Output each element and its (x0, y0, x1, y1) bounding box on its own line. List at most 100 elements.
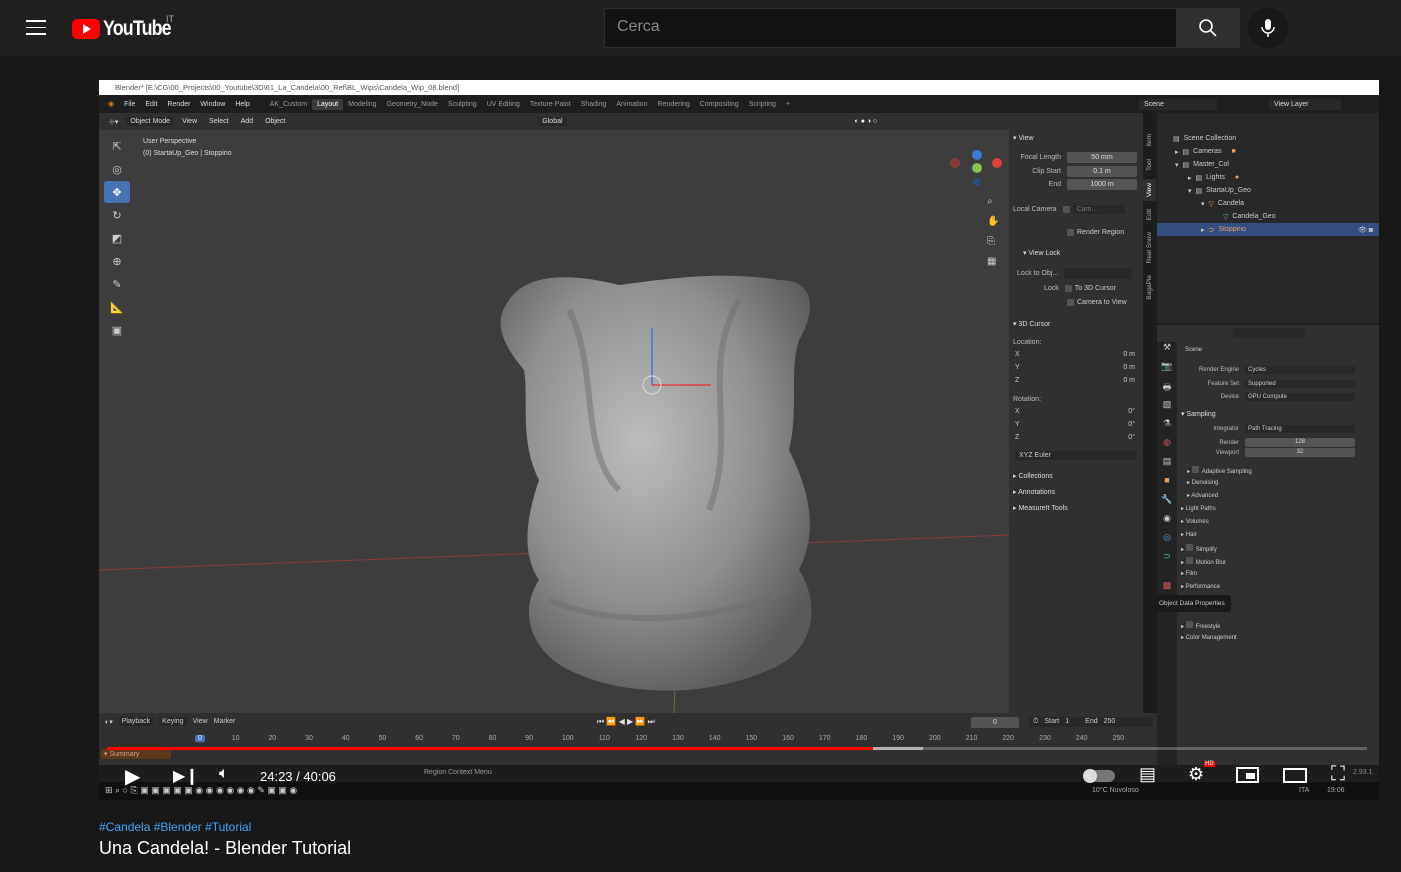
workspace-tab[interactable]: Compositing (695, 99, 744, 110)
workspace-tab[interactable]: Animation (611, 99, 652, 110)
language-indicator[interactable]: ITA (1299, 787, 1309, 794)
location-z-field[interactable]: Z0 m (1015, 377, 1135, 384)
hashtags[interactable]: #Candela #Blender #Tutorial (99, 820, 251, 834)
header-select[interactable]: Select (205, 117, 232, 126)
menu-edit[interactable]: Edit (140, 99, 162, 110)
object-data-tab-icon[interactable]: ⊃ (1157, 551, 1177, 570)
mode-selector[interactable]: Object Mode (126, 117, 175, 126)
local-camera-field[interactable]: Cam... (1072, 205, 1125, 214)
workspace-tab[interactable]: Shading (576, 99, 612, 110)
settings-button[interactable]: ⚙ (1188, 764, 1204, 785)
subtitles-button[interactable]: ▤ (1139, 764, 1156, 785)
tab-bagapie[interactable]: BagaPie (1143, 271, 1156, 304)
orientation-selector[interactable]: Global (538, 117, 567, 126)
move-tool-icon[interactable]: ✥ (104, 181, 130, 203)
location-x-field[interactable]: X0 m (1015, 351, 1135, 358)
tab-item[interactable]: Item (1143, 130, 1156, 151)
outliner-item[interactable]: ▾ ▤ Master_Col (1157, 158, 1379, 171)
output-tab-icon[interactable]: 🖶 (1157, 380, 1177, 399)
hair-panel[interactable]: ▸ Hair (1181, 531, 1197, 538)
header-object[interactable]: Object (261, 117, 289, 126)
tab-view[interactable]: View (1143, 178, 1156, 201)
camera-to-view-checkbox[interactable] (1067, 299, 1074, 306)
render-region-checkbox[interactable] (1067, 229, 1074, 236)
playback-menu[interactable]: Playback (118, 717, 154, 726)
camera-view-icon[interactable]: ⎘ (987, 232, 999, 252)
header-view[interactable]: View (178, 117, 201, 126)
view-layer-selector[interactable]: View Layer (1269, 98, 1341, 110)
device-dropdown[interactable]: GPU Compute (1245, 393, 1355, 401)
play-button[interactable]: ▶ (125, 764, 140, 789)
frame-ruler[interactable]: 0 10 20 30 40 50 60 70 80 90 100 110 120 130 140 150 160… (99, 735, 1157, 745)
collections-panel[interactable]: ▸ Collections (1013, 472, 1053, 480)
particles-tab-icon[interactable]: ◉ (1157, 513, 1177, 532)
outliner-item[interactable]: ▤ Scene Collection (1157, 132, 1379, 145)
scene-tab-icon[interactable]: ⚗ (1157, 418, 1177, 437)
grid-view-icon[interactable]: ▦ (987, 252, 999, 272)
3d-cursor-header[interactable]: ▾ 3D Cursor (1013, 320, 1050, 328)
menu-icon[interactable] (26, 20, 46, 36)
select-tool-icon[interactable]: ⇱ (104, 135, 130, 157)
workspace-tab[interactable]: UV Editing (482, 99, 525, 110)
search-input[interactable]: Cerca (604, 8, 1177, 48)
local-camera-checkbox[interactable] (1062, 206, 1070, 213)
color-management-panel[interactable]: ▸ Color Management (1181, 634, 1237, 641)
view-section-header[interactable]: ▾ View (1013, 134, 1034, 142)
workspace-tab[interactable]: Scripting (744, 99, 781, 110)
annotations-panel[interactable]: ▸ Annotations (1013, 488, 1055, 496)
outliner-item[interactable]: ▸ ▤ Lights ● (1157, 171, 1379, 184)
render-tab-icon[interactable]: 📷 (1157, 361, 1177, 380)
volumes-panel[interactable]: ▸ Volumes (1181, 518, 1209, 525)
rotation-z-field[interactable]: Z 0° (1015, 434, 1135, 441)
workspace-tab-layout[interactable]: Layout (312, 98, 344, 110)
world-tab-icon[interactable]: ◍ (1157, 437, 1177, 456)
playback-controls[interactable]: ⏮ ⏪ ◀ ▶ ⏩ ⏭ (597, 717, 655, 727)
rotation-x-field[interactable]: X 0° (1015, 408, 1135, 415)
menu-file[interactable]: File (119, 99, 140, 110)
tab-edit[interactable]: Edit (1143, 205, 1156, 224)
marker-menu[interactable]: Marker (214, 718, 236, 725)
menu-help[interactable]: Help (230, 99, 254, 110)
outliner-item[interactable]: ▾ ▤ StartaUp_Geo (1157, 184, 1379, 197)
film-panel[interactable]: ▸ Film (1181, 570, 1197, 577)
timeline-editor-icon[interactable]: ◐▾ (105, 718, 113, 726)
cursor-tool-icon[interactable]: ◎ (104, 158, 130, 180)
light-paths-panel[interactable]: ▸ Light Paths (1181, 505, 1216, 512)
sampling-panel[interactable]: ▾ Sampling (1181, 410, 1216, 418)
scene-selector[interactable]: Scene (1139, 98, 1217, 110)
workspace-tab[interactable]: Modeling (343, 99, 381, 110)
timeline-view-menu[interactable]: View (193, 718, 208, 725)
render-samples-field[interactable]: 128 (1245, 438, 1355, 447)
header-add[interactable]: Add (237, 117, 257, 126)
object-tab-icon[interactable]: ■ (1157, 475, 1177, 494)
clock[interactable]: 19:06 (1327, 787, 1345, 794)
zoom-icon[interactable]: ⌕ (987, 192, 999, 212)
outliner-item[interactable]: ▾ ▽ Candela (1157, 197, 1379, 210)
workspace-tab[interactable]: Sculpting (443, 99, 482, 110)
clip-end-field[interactable]: 1000 m (1067, 179, 1137, 190)
measure-tool-icon[interactable]: 📐 (104, 296, 130, 318)
denoising-panel[interactable]: ▸ Denoising (1187, 479, 1218, 486)
annotate-tool-icon[interactable]: ✎ (104, 273, 130, 295)
outliner-item-selected[interactable]: ▸ ⊃ Stoppino 👁 ◙ (1157, 223, 1379, 236)
video-player[interactable]: Blender* [E:\CG\00_Projects\00_Youtube\3… (99, 80, 1379, 800)
outliner-search[interactable] (1227, 116, 1311, 126)
outliner-item[interactable]: ▽ Candela_Geo (1157, 210, 1379, 223)
fullscreen-button[interactable]: ⛶ (1331, 763, 1345, 786)
add-workspace-button[interactable]: + (781, 99, 795, 110)
scale-tool-icon[interactable]: ◩ (104, 227, 130, 249)
keying-menu[interactable]: Keying (159, 717, 187, 726)
to-3d-cursor-checkbox[interactable] (1064, 285, 1072, 292)
weather-widget[interactable]: 10°C Nuvoloso (1092, 787, 1139, 794)
workspace-tab[interactable]: Geometry_Node (382, 99, 443, 110)
next-button[interactable]: ▶❙ (173, 766, 199, 786)
frame-range[interactable]: ⏱ Start 1 End 250 (1029, 717, 1153, 727)
outliner-item[interactable]: ▸ ▤ Cameras ■ (1157, 145, 1379, 158)
workspace-tab[interactable]: Texture Paint (525, 99, 576, 110)
advanced-panel[interactable]: ▸ Advanced (1187, 492, 1218, 499)
simplify-panel[interactable]: ▸ Simplify (1181, 544, 1217, 553)
add-cube-tool-icon[interactable]: ▣ (104, 319, 130, 341)
focal-length-field[interactable]: 50 mm (1067, 152, 1137, 163)
viewport-samples-field[interactable]: 32 (1245, 448, 1355, 457)
lock-to-object-field[interactable] (1064, 268, 1133, 279)
